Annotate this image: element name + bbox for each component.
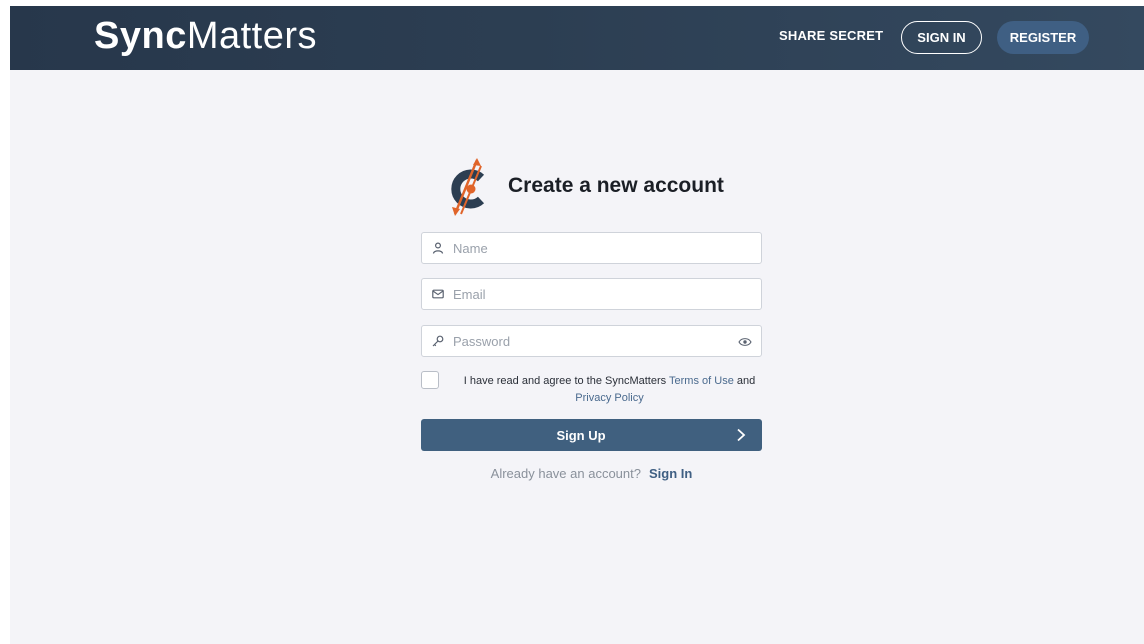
register-button-label: REGISTER bbox=[1009, 30, 1077, 45]
terms-text: I have read and agree to the SyncMatters… bbox=[457, 373, 762, 407]
sign-up-button[interactable]: Sign Up bbox=[421, 419, 762, 451]
email-input[interactable] bbox=[453, 280, 713, 308]
key-icon bbox=[432, 335, 444, 347]
terms-of-use-link[interactable]: Terms of Use bbox=[669, 375, 734, 387]
logo-text-sync: Sync bbox=[94, 15, 187, 57]
signin-prompt: Already have an account? Sign In bbox=[421, 466, 762, 481]
already-have-account-text: Already have an account? bbox=[490, 466, 641, 481]
password-field[interactable] bbox=[421, 325, 762, 357]
top-navigation-bar: Sync Matters SHARE SECRET SIGN IN REGIST… bbox=[10, 6, 1144, 70]
privacy-policy-link[interactable]: Privacy Policy bbox=[575, 392, 643, 404]
user-icon bbox=[432, 242, 444, 254]
terms-checkbox[interactable] bbox=[421, 371, 439, 389]
form-heading: Create a new account bbox=[450, 156, 724, 216]
share-secret-link[interactable]: SHARE SECRET bbox=[779, 28, 883, 43]
name-field[interactable] bbox=[421, 232, 762, 264]
page-title: Create a new account bbox=[508, 174, 724, 197]
terms-and-text: and bbox=[736, 375, 756, 387]
syncmatters-logo[interactable]: Sync Matters bbox=[94, 14, 317, 58]
register-button[interactable]: REGISTER bbox=[997, 21, 1089, 54]
email-field[interactable] bbox=[421, 278, 762, 310]
logo-text-matters: Matters bbox=[186, 15, 318, 57]
password-input[interactable] bbox=[453, 327, 713, 355]
terms-prefix-text: I have read and agree to the SyncMatters bbox=[463, 375, 667, 387]
sign-in-link[interactable]: Sign In bbox=[649, 466, 692, 481]
syncmatters-mark-icon bbox=[451, 158, 485, 216]
envelope-icon bbox=[432, 289, 444, 299]
sign-up-button-label: Sign Up bbox=[556, 428, 606, 443]
page: Sync Matters SHARE SECRET SIGN IN REGIST… bbox=[10, 6, 1144, 644]
name-input[interactable] bbox=[453, 234, 713, 262]
sign-in-button[interactable]: SIGN IN bbox=[901, 21, 982, 54]
chevron-right-icon bbox=[737, 428, 746, 442]
sign-in-button-label: SIGN IN bbox=[917, 30, 966, 45]
eye-icon[interactable] bbox=[738, 336, 752, 348]
